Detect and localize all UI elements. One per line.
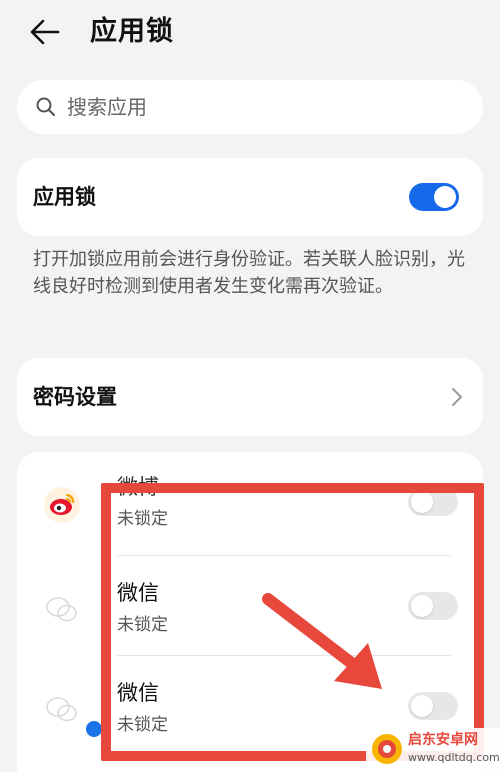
weibo-icon	[44, 487, 80, 523]
app-lock-card: 应用锁	[17, 158, 483, 236]
annotation-arrow-icon	[262, 593, 382, 689]
search-input[interactable]	[67, 88, 467, 126]
page-title: 应用锁	[90, 16, 174, 47]
watermark-name: 启东安卓网	[408, 732, 478, 748]
password-settings-item[interactable]: 密码设置	[17, 358, 483, 436]
arrow-left-icon	[30, 19, 60, 45]
password-settings-label: 密码设置	[33, 385, 117, 409]
app-lock-screen: 应用锁 应用锁 打开加锁应用前会进行身份验证。若关联人脸识别，光线良好时检测到使…	[0, 0, 500, 772]
back-button[interactable]	[28, 12, 72, 52]
app-lock-description: 打开加锁应用前会进行身份验证。若关联人脸识别，光线良好时检测到使用者发生变化需再…	[33, 249, 465, 297]
app-lock-toggle[interactable]	[409, 183, 459, 211]
toggle-knob	[434, 186, 456, 208]
app-lock-label: 应用锁	[33, 185, 96, 209]
chevron-right-icon	[452, 388, 462, 406]
search-icon	[36, 97, 56, 117]
watermark-url: www.qdltdq.com	[408, 751, 500, 764]
search-bar[interactable]	[17, 80, 483, 134]
watermark-logo-icon	[372, 734, 402, 764]
header: 应用锁	[0, 0, 500, 64]
wechat-clone-icon	[46, 697, 77, 722]
wechat-icon	[46, 597, 77, 622]
watermark: 启东安卓网 www.qdltdq.com	[366, 728, 500, 772]
